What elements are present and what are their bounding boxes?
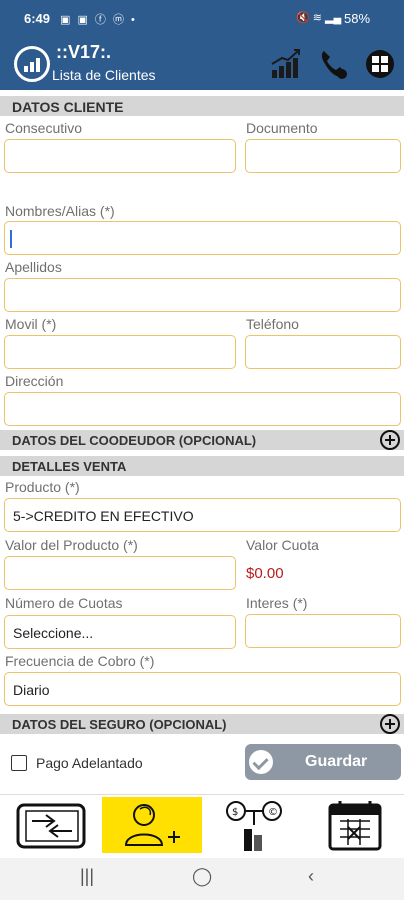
apellidos-input[interactable] <box>4 278 401 312</box>
valor-cuota-label: Valor Cuota <box>246 537 319 553</box>
apellidos-label: Apellidos <box>5 259 62 275</box>
valor-cuota-value: $0.00 <box>246 565 284 582</box>
producto-label: Producto (*) <box>5 479 80 495</box>
codeudor-title: DATOS DEL COODEUDOR (OPCIONAL) <box>12 433 257 448</box>
num-cuotas-label: Número de Cuotas <box>5 595 123 611</box>
back-icon[interactable]: ‹ <box>308 866 314 887</box>
valor-producto-input[interactable] <box>4 556 236 590</box>
battery-level: 58% <box>344 11 371 26</box>
seguro-title: DATOS DEL SEGURO (OPCIONAL) <box>12 717 227 732</box>
documento-label: Documento <box>246 120 318 136</box>
pago-adelantado-checkbox[interactable] <box>11 755 27 771</box>
section-detalles-venta: DETALLES VENTA <box>0 456 404 476</box>
nav-transfer[interactable] <box>4 797 96 853</box>
windows-icon[interactable] <box>364 48 396 80</box>
guardar-label: Guardar <box>305 753 368 770</box>
bottom-nav: $ © <box>0 794 404 857</box>
app-bar: ::V17:. Lista de Clientes <box>0 38 404 90</box>
home-icon[interactable]: ◯ <box>192 866 212 887</box>
text-cursor <box>10 230 12 248</box>
nav-payments[interactable]: $ © <box>210 797 302 853</box>
movil-input[interactable] <box>4 335 236 369</box>
chart-icon[interactable] <box>270 48 302 80</box>
app-version: ::V17:. <box>56 42 112 62</box>
nav-calendar[interactable] <box>308 797 400 853</box>
frecuencia-label: Frecuencia de Cobro (*) <box>5 653 155 669</box>
direccion-label: Dirección <box>5 373 64 389</box>
interes-label: Interes (*) <box>246 595 308 611</box>
status-right-icons: 🔇 ≋ ▂▄ <box>296 12 342 24</box>
telefono-input[interactable] <box>245 335 401 369</box>
add-client-icon <box>124 804 180 846</box>
status-bar: 6:49 ▣ ▣ ⓕ ⓜ • 🔇 ≋ ▂▄ 58% <box>0 0 404 38</box>
pago-adelantado-label[interactable]: Pago Adelantado <box>36 755 143 771</box>
guardar-button[interactable]: Guardar <box>245 744 401 780</box>
documento-input[interactable] <box>245 139 401 173</box>
system-nav-bar: ||| ◯ ‹ <box>0 858 404 900</box>
nav-add-client[interactable] <box>102 797 202 853</box>
svg-text:$: $ <box>232 807 238 818</box>
section-codeudor[interactable]: DATOS DEL COODEUDOR (OPCIONAL) <box>0 430 404 450</box>
transfer-icon <box>16 803 86 849</box>
telefono-label: Teléfono <box>246 316 299 332</box>
movil-label: Movil (*) <box>5 316 57 332</box>
interes-input[interactable] <box>245 614 401 648</box>
direccion-input[interactable] <box>4 392 401 426</box>
recent-apps-icon[interactable]: ||| <box>80 866 94 887</box>
consecutivo-label: Consecutivo <box>5 120 83 136</box>
frecuencia-select[interactable]: Diario <box>4 672 401 706</box>
notification-icons: ▣ ▣ ⓕ ⓜ • <box>60 14 137 26</box>
valor-producto-label: Valor del Producto (*) <box>5 537 138 553</box>
app-logo-icon[interactable] <box>14 46 50 82</box>
expand-codeudor-icon[interactable] <box>380 430 400 450</box>
section-seguro[interactable]: DATOS DEL SEGURO (OPCIONAL) <box>0 714 404 734</box>
status-time: 6:49 <box>24 11 51 26</box>
svg-text:©: © <box>268 807 278 818</box>
consecutivo-input[interactable] <box>4 139 236 173</box>
expand-seguro-icon[interactable] <box>380 714 400 734</box>
num-cuotas-select[interactable]: Seleccione... <box>4 615 236 649</box>
app-subtitle: Lista de Clientes <box>52 67 156 83</box>
check-circle-icon <box>249 750 273 774</box>
nombres-label: Nombres/Alias (*) <box>5 203 115 219</box>
producto-select[interactable]: 5->CREDITO EN EFECTIVO <box>4 498 401 532</box>
section-datos-cliente: DATOS CLIENTE <box>0 96 404 116</box>
calendar-icon <box>328 801 382 851</box>
payments-icon: $ © <box>226 801 282 851</box>
nombres-input[interactable] <box>4 221 401 255</box>
phone-icon[interactable] <box>318 48 350 80</box>
